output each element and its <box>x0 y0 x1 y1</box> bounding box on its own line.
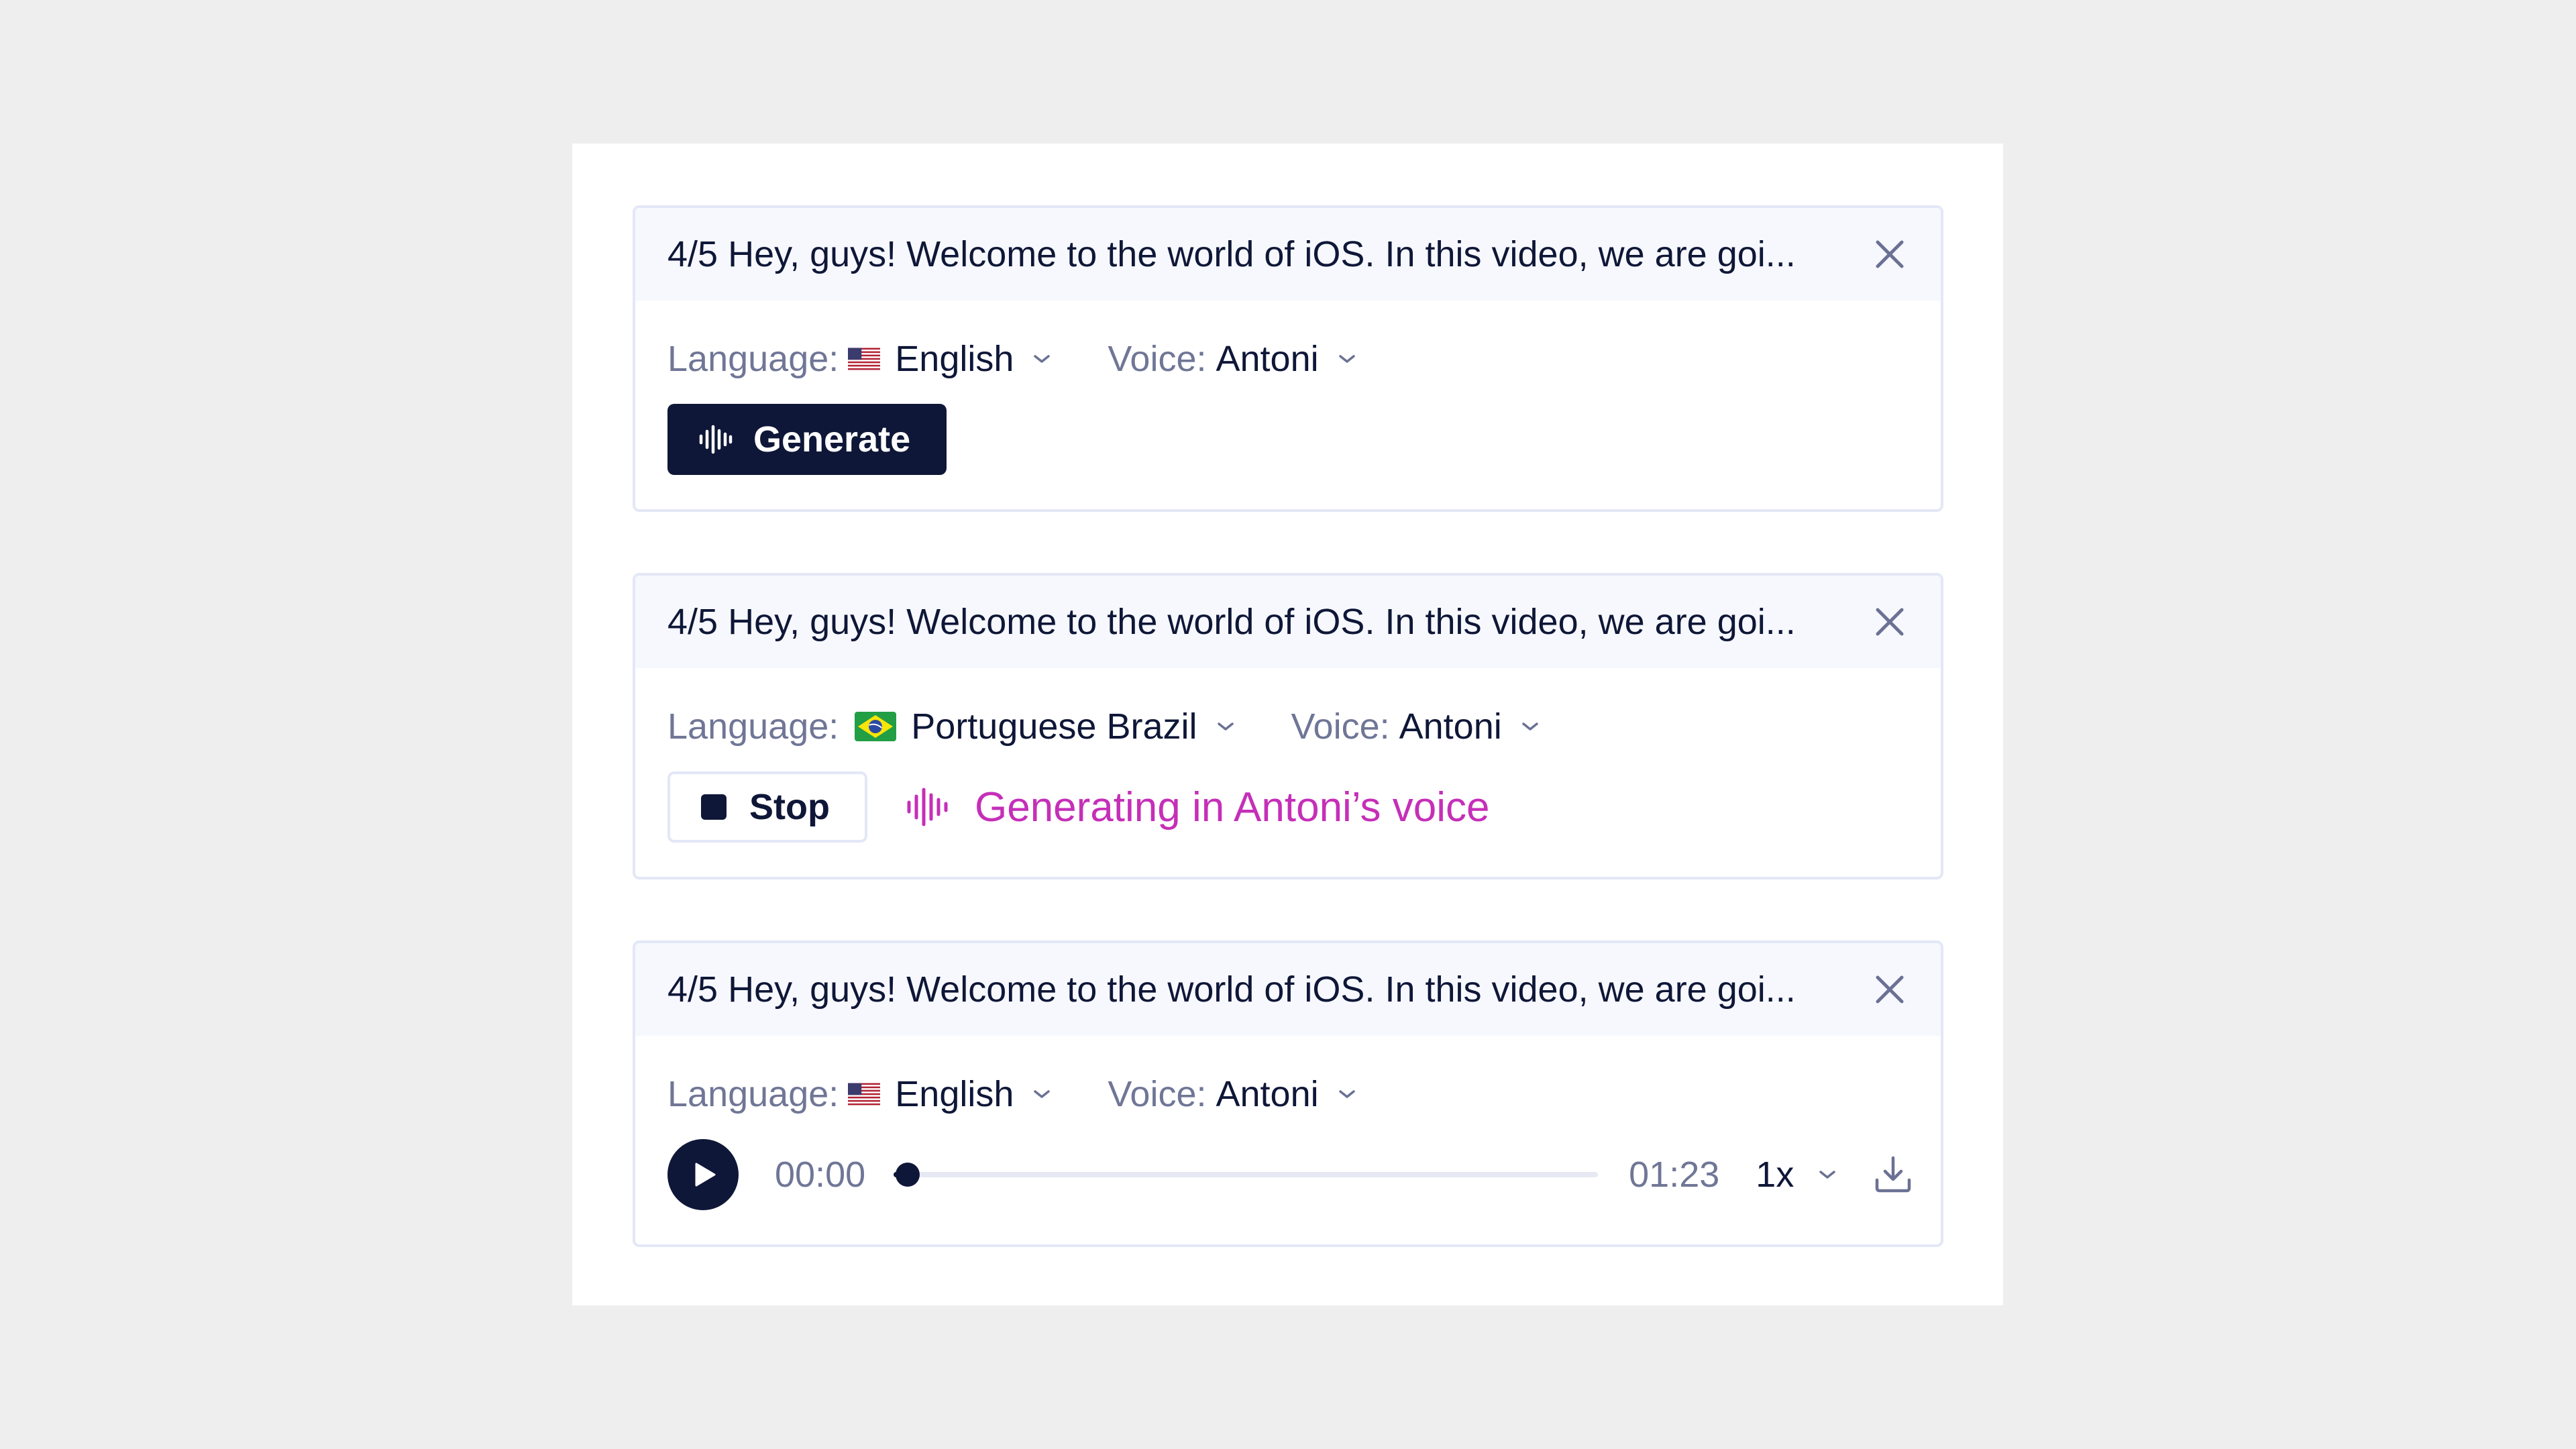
language-value: Portuguese Brazil <box>911 706 1197 747</box>
segment-header: 4/5 Hey, guys! Welcome to the world of i… <box>635 208 1941 301</box>
language-label: Language: <box>667 706 839 747</box>
voice-dropdown[interactable]: Voice: Antoni <box>1291 706 1540 747</box>
voice-value: Antoni <box>1216 339 1319 379</box>
language-dropdown[interactable]: Language: English <box>667 1073 1051 1115</box>
chevron-down-icon <box>1521 721 1540 732</box>
close-button[interactable] <box>1872 604 1907 639</box>
stop-label: Stop <box>749 787 830 827</box>
stop-button[interactable]: Stop <box>667 771 867 843</box>
generating-status-text: Generating in Antoni’s voice <box>974 784 1490 830</box>
close-button[interactable] <box>1872 972 1907 1007</box>
us-flag-icon <box>848 1083 881 1106</box>
progress-handle[interactable] <box>896 1163 920 1187</box>
language-value: English <box>895 1074 1014 1114</box>
segment-card: 4/5 Hey, guys! Welcome to the world of i… <box>633 941 1943 1247</box>
segment-card: 4/5 Hey, guys! Welcome to the world of i… <box>633 573 1943 879</box>
voice-label: Voice: <box>1291 706 1390 747</box>
chevron-down-icon <box>1032 1089 1051 1099</box>
settings-row: Language: English Voice: Antoni <box>635 329 1941 389</box>
close-icon <box>1876 240 1904 268</box>
speed-dropdown[interactable]: 1x <box>1756 1154 1837 1195</box>
close-button[interactable] <box>1872 237 1907 272</box>
waveform-icon <box>699 425 733 454</box>
brazil-flag-icon <box>855 712 897 741</box>
voice-label: Voice: <box>1108 1074 1207 1114</box>
us-flag-icon <box>848 347 881 370</box>
close-icon <box>1876 608 1904 636</box>
generating-status: Generating in Antoni’s voice <box>906 784 1489 831</box>
close-icon <box>1876 975 1904 1004</box>
segment-card: 4/5 Hey, guys! Welcome to the world of i… <box>633 205 1943 512</box>
speed-value: 1x <box>1756 1155 1794 1195</box>
stop-icon <box>701 794 727 820</box>
action-row: Stop Generating in Antoni’s voice <box>635 770 1941 844</box>
chevron-down-icon <box>1338 354 1356 364</box>
voiceover-panel: 4/5 Hey, guys! Welcome to the world of i… <box>572 144 2003 1305</box>
language-dropdown[interactable]: Language: Portuguese Brazil <box>667 706 1235 747</box>
chevron-down-icon <box>1818 1169 1837 1180</box>
play-icon <box>695 1163 716 1187</box>
chevron-down-icon <box>1338 1089 1356 1099</box>
segment-header: 4/5 Hey, guys! Welcome to the world of i… <box>635 576 1941 668</box>
chevron-down-icon <box>1032 354 1051 364</box>
download-button[interactable] <box>1873 1155 1913 1195</box>
voice-value: Antoni <box>1216 1074 1319 1114</box>
voice-label: Voice: <box>1108 339 1207 379</box>
action-row: Generate <box>635 402 1941 476</box>
segment-title: 4/5 Hey, guys! Welcome to the world of i… <box>667 969 1796 1010</box>
generate-button[interactable]: Generate <box>667 404 947 475</box>
language-label: Language: <box>667 1074 839 1114</box>
chevron-down-icon <box>1216 721 1235 732</box>
voice-value: Antoni <box>1399 706 1502 747</box>
progress-slider[interactable] <box>894 1163 1599 1187</box>
download-icon <box>1876 1156 1911 1193</box>
play-button[interactable] <box>667 1139 739 1210</box>
language-label: Language: <box>667 339 839 379</box>
voice-dropdown[interactable]: Voice: Antoni <box>1108 338 1356 380</box>
settings-row: Language: Portuguese Brazil Voice: Anton… <box>635 696 1941 757</box>
duration: 01:23 <box>1629 1155 1720 1195</box>
segment-header: 4/5 Hey, guys! Welcome to the world of i… <box>635 943 1941 1036</box>
segment-title: 4/5 Hey, guys! Welcome to the world of i… <box>667 602 1796 642</box>
language-value: English <box>895 339 1014 379</box>
settings-row: Language: English Voice: Antoni <box>635 1064 1941 1124</box>
generate-label: Generate <box>753 419 911 460</box>
waveform-icon <box>907 788 948 826</box>
audio-player: 00:00 01:23 1x <box>635 1138 1941 1212</box>
segment-title: 4/5 Hey, guys! Welcome to the world of i… <box>667 234 1796 274</box>
current-time: 00:00 <box>775 1155 866 1195</box>
voice-dropdown[interactable]: Voice: Antoni <box>1108 1073 1356 1115</box>
language-dropdown[interactable]: Language: English <box>667 338 1051 380</box>
